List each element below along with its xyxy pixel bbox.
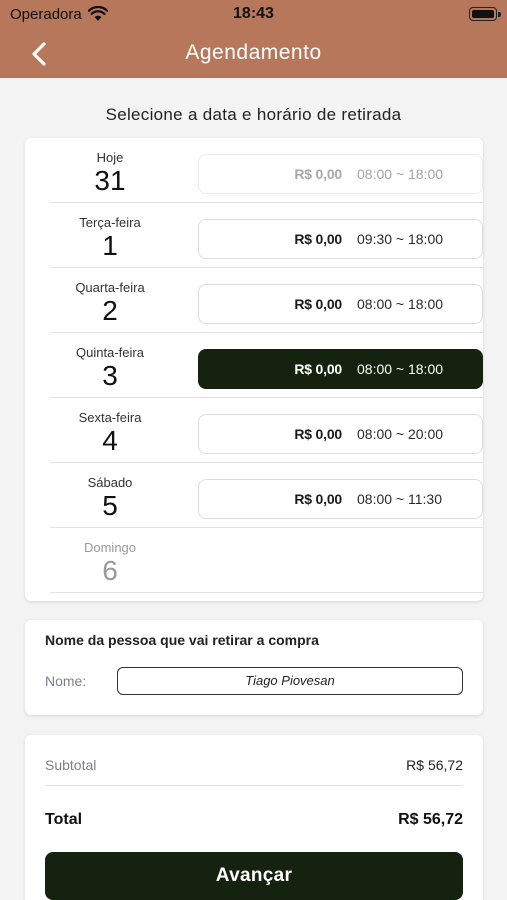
day-name: Sábado xyxy=(87,475,133,490)
clock: 18:43 xyxy=(233,5,274,22)
day-number: 5 xyxy=(102,490,118,521)
subtotal-label: Subtotal xyxy=(45,757,97,773)
slot-price: R$ 0,00 xyxy=(294,166,342,182)
summary-divider xyxy=(45,785,463,786)
day-row-today: Hoje 31 R$ 0,00 08:00 ~ 18:00 xyxy=(50,138,483,203)
day-number: 31 xyxy=(94,165,126,196)
time-slot-tuesday[interactable]: R$ 0,00 09:30 ~ 18:00 xyxy=(198,219,483,259)
slot-hours: 08:00 ~ 18:00 xyxy=(357,361,444,377)
battery-icon xyxy=(469,7,501,21)
total-value: R$ 56,72 xyxy=(398,811,463,828)
day-name: Terça-feira xyxy=(79,215,141,230)
advance-button[interactable]: Avançar xyxy=(45,852,463,900)
slot-price: R$ 0,00 xyxy=(294,296,342,312)
name-field-label: Nome: xyxy=(45,673,87,689)
order-summary-card: Subtotal R$ 56,72 Total R$ 56,72 Avançar xyxy=(25,735,483,900)
day-name: Domingo xyxy=(83,540,137,555)
day-name: Hoje xyxy=(96,150,124,165)
day-number: 4 xyxy=(102,425,118,456)
slot-hours: 08:00 ~ 20:00 xyxy=(357,426,444,442)
subtotal-value: R$ 56,72 xyxy=(406,757,463,773)
slot-hours: 08:00 ~ 18:00 xyxy=(357,296,444,312)
day-name: Sexta-feira xyxy=(78,410,142,425)
schedule-card: Hoje 31 R$ 0,00 08:00 ~ 18:00 Terça-feir… xyxy=(25,138,483,601)
day-row-thursday: Quinta-feira 3 R$ 0,00 08:00 ~ 18:00 xyxy=(50,333,483,398)
time-slot-thursday[interactable]: R$ 0,00 08:00 ~ 18:00 xyxy=(198,349,483,389)
pickup-person-card: Nome da pessoa que vai retirar a compra … xyxy=(25,620,483,715)
day-name: Quarta-feira xyxy=(75,280,145,295)
time-slot-friday[interactable]: R$ 0,00 08:00 ~ 20:00 xyxy=(198,414,483,454)
pickup-person-label: Nome da pessoa que vai retirar a compra xyxy=(45,632,319,648)
total-label: Total xyxy=(45,811,83,828)
time-slot-today[interactable]: R$ 0,00 08:00 ~ 18:00 xyxy=(198,154,483,194)
slot-price: R$ 0,00 xyxy=(294,231,342,247)
day-number: 2 xyxy=(102,295,118,326)
time-slot-wednesday[interactable]: R$ 0,00 08:00 ~ 18:00 xyxy=(198,284,483,324)
day-row-tuesday: Terça-feira 1 R$ 0,00 09:30 ~ 18:00 xyxy=(50,203,483,268)
slot-hours: 09:30 ~ 18:00 xyxy=(357,231,444,247)
slot-hours: 08:00 ~ 11:30 xyxy=(357,491,442,507)
day-row-sunday: Domingo 6 xyxy=(50,528,483,593)
day-name: Quinta-feira xyxy=(76,345,144,360)
slot-price: R$ 0,00 xyxy=(294,361,342,377)
status-bar: Operadora 18:43 xyxy=(0,0,507,30)
day-number: 3 xyxy=(102,360,118,391)
slot-price: R$ 0,00 xyxy=(294,491,342,507)
slot-hours: 08:00 ~ 18:00 xyxy=(357,166,444,182)
page-title: Agendamento xyxy=(185,41,322,64)
day-row-wednesday: Quarta-feira 2 R$ 0,00 08:00 ~ 18:00 xyxy=(50,268,483,333)
nav-bar: Agendamento xyxy=(0,30,507,78)
name-input[interactable]: Tiago Piovesan xyxy=(117,667,463,695)
day-number: 1 xyxy=(102,230,118,261)
day-number: 6 xyxy=(102,555,118,586)
day-row-friday: Sexta-feira 4 R$ 0,00 08:00 ~ 20:00 xyxy=(50,398,483,463)
slot-price: R$ 0,00 xyxy=(294,426,342,442)
day-row-saturday: Sábado 5 R$ 0,00 08:00 ~ 11:30 xyxy=(50,463,483,528)
schedule-instruction: Selecione a data e horário de retirada xyxy=(105,105,402,124)
time-slot-saturday[interactable]: R$ 0,00 08:00 ~ 11:30 xyxy=(198,479,483,519)
